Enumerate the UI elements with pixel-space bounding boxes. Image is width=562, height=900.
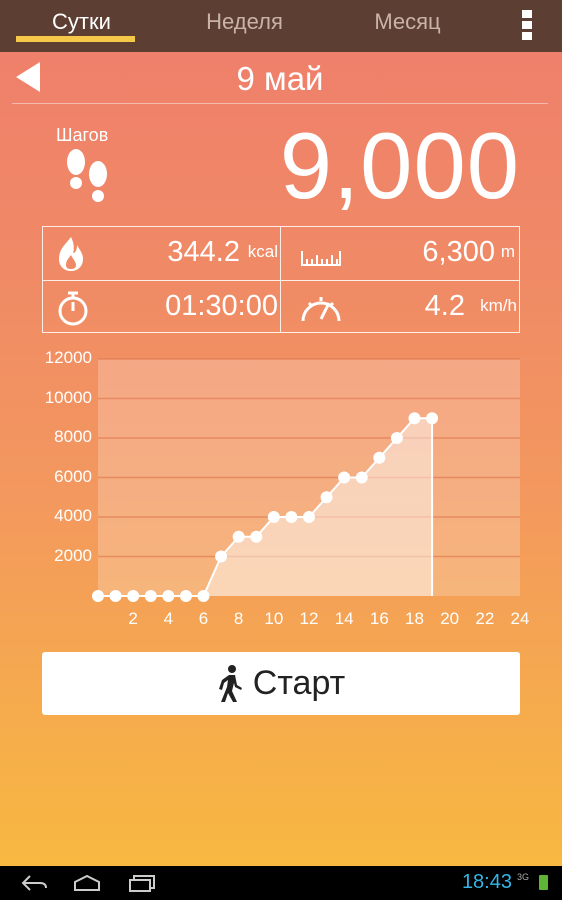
clock: 18:43 bbox=[461, 871, 512, 893]
data-point bbox=[109, 590, 122, 602]
data-point bbox=[144, 590, 157, 602]
battery-icon bbox=[539, 875, 548, 890]
footprints-icon bbox=[67, 149, 107, 202]
data-point bbox=[408, 412, 421, 425]
data-point bbox=[355, 471, 368, 484]
nav-recent-apps-icon[interactable] bbox=[128, 874, 156, 892]
data-point bbox=[179, 590, 192, 602]
stopwatch-icon bbox=[58, 291, 88, 326]
tab-month[interactable]: Месяц bbox=[326, 0, 489, 44]
start-button[interactable]: Старт bbox=[42, 652, 520, 715]
network-indicator: 3G bbox=[516, 872, 529, 882]
distance-unit: m bbox=[500, 242, 515, 261]
data-point bbox=[215, 550, 228, 563]
tab-day[interactable]: Сутки bbox=[0, 0, 163, 44]
tab-bar: Сутки Неделя Месяц bbox=[0, 0, 562, 52]
data-point bbox=[320, 491, 333, 504]
data-point bbox=[390, 432, 403, 444]
calories-stat: 344.2 kcal bbox=[43, 227, 280, 279]
date-header: 9 май bbox=[12, 56, 548, 104]
stats-grid: 344.2 kcal 6,300 m 01:30:00 4.2 km/h bbox=[42, 226, 520, 333]
speed-value: 4.2 bbox=[424, 290, 465, 322]
chart-plot bbox=[92, 358, 520, 602]
data-point bbox=[267, 511, 280, 523]
data-point bbox=[250, 530, 263, 543]
steps-label: Шагов bbox=[56, 125, 109, 145]
system-nav-bar: 18:43 3G bbox=[0, 866, 562, 900]
speed-stat: 4.2 km/h bbox=[281, 281, 519, 333]
steps-chart: 2000 4000 6000 8000 10000 12000 2 4 6 8 10 12 14 16 1… bbox=[0, 345, 562, 635]
duration-value: 01:30:00 bbox=[165, 290, 278, 322]
ruler-icon bbox=[301, 251, 341, 266]
data-point bbox=[127, 590, 140, 602]
walking-person-icon bbox=[218, 664, 242, 702]
tab-week[interactable]: Неделя bbox=[163, 0, 326, 44]
menu-dot bbox=[522, 21, 532, 29]
menu-dot bbox=[522, 10, 532, 18]
data-point bbox=[373, 451, 386, 464]
speedometer-icon bbox=[301, 297, 341, 322]
overflow-menu-button[interactable] bbox=[522, 10, 534, 40]
data-point bbox=[92, 590, 104, 602]
data-point bbox=[197, 590, 210, 602]
data-point bbox=[285, 511, 298, 523]
steps-count: 9,000 bbox=[279, 113, 520, 218]
menu-dot bbox=[522, 32, 532, 40]
date-title: 9 май bbox=[236, 60, 324, 97]
nav-back-icon[interactable] bbox=[20, 874, 48, 892]
calories-value: 344.2 bbox=[167, 236, 240, 268]
distance-stat: 6,300 m bbox=[281, 227, 519, 279]
start-button-label: Старт bbox=[252, 664, 346, 702]
data-point bbox=[232, 530, 245, 543]
data-point bbox=[303, 511, 315, 523]
data-point bbox=[162, 590, 175, 602]
speed-unit: km/h bbox=[480, 296, 517, 315]
nav-home-icon[interactable] bbox=[72, 874, 102, 892]
data-point bbox=[338, 471, 351, 484]
distance-value: 6,300 bbox=[422, 236, 495, 268]
calories-unit: kcal bbox=[247, 242, 278, 261]
duration-stat: 01:30:00 bbox=[43, 281, 280, 333]
flame-icon bbox=[59, 237, 83, 271]
data-point bbox=[426, 412, 439, 425]
